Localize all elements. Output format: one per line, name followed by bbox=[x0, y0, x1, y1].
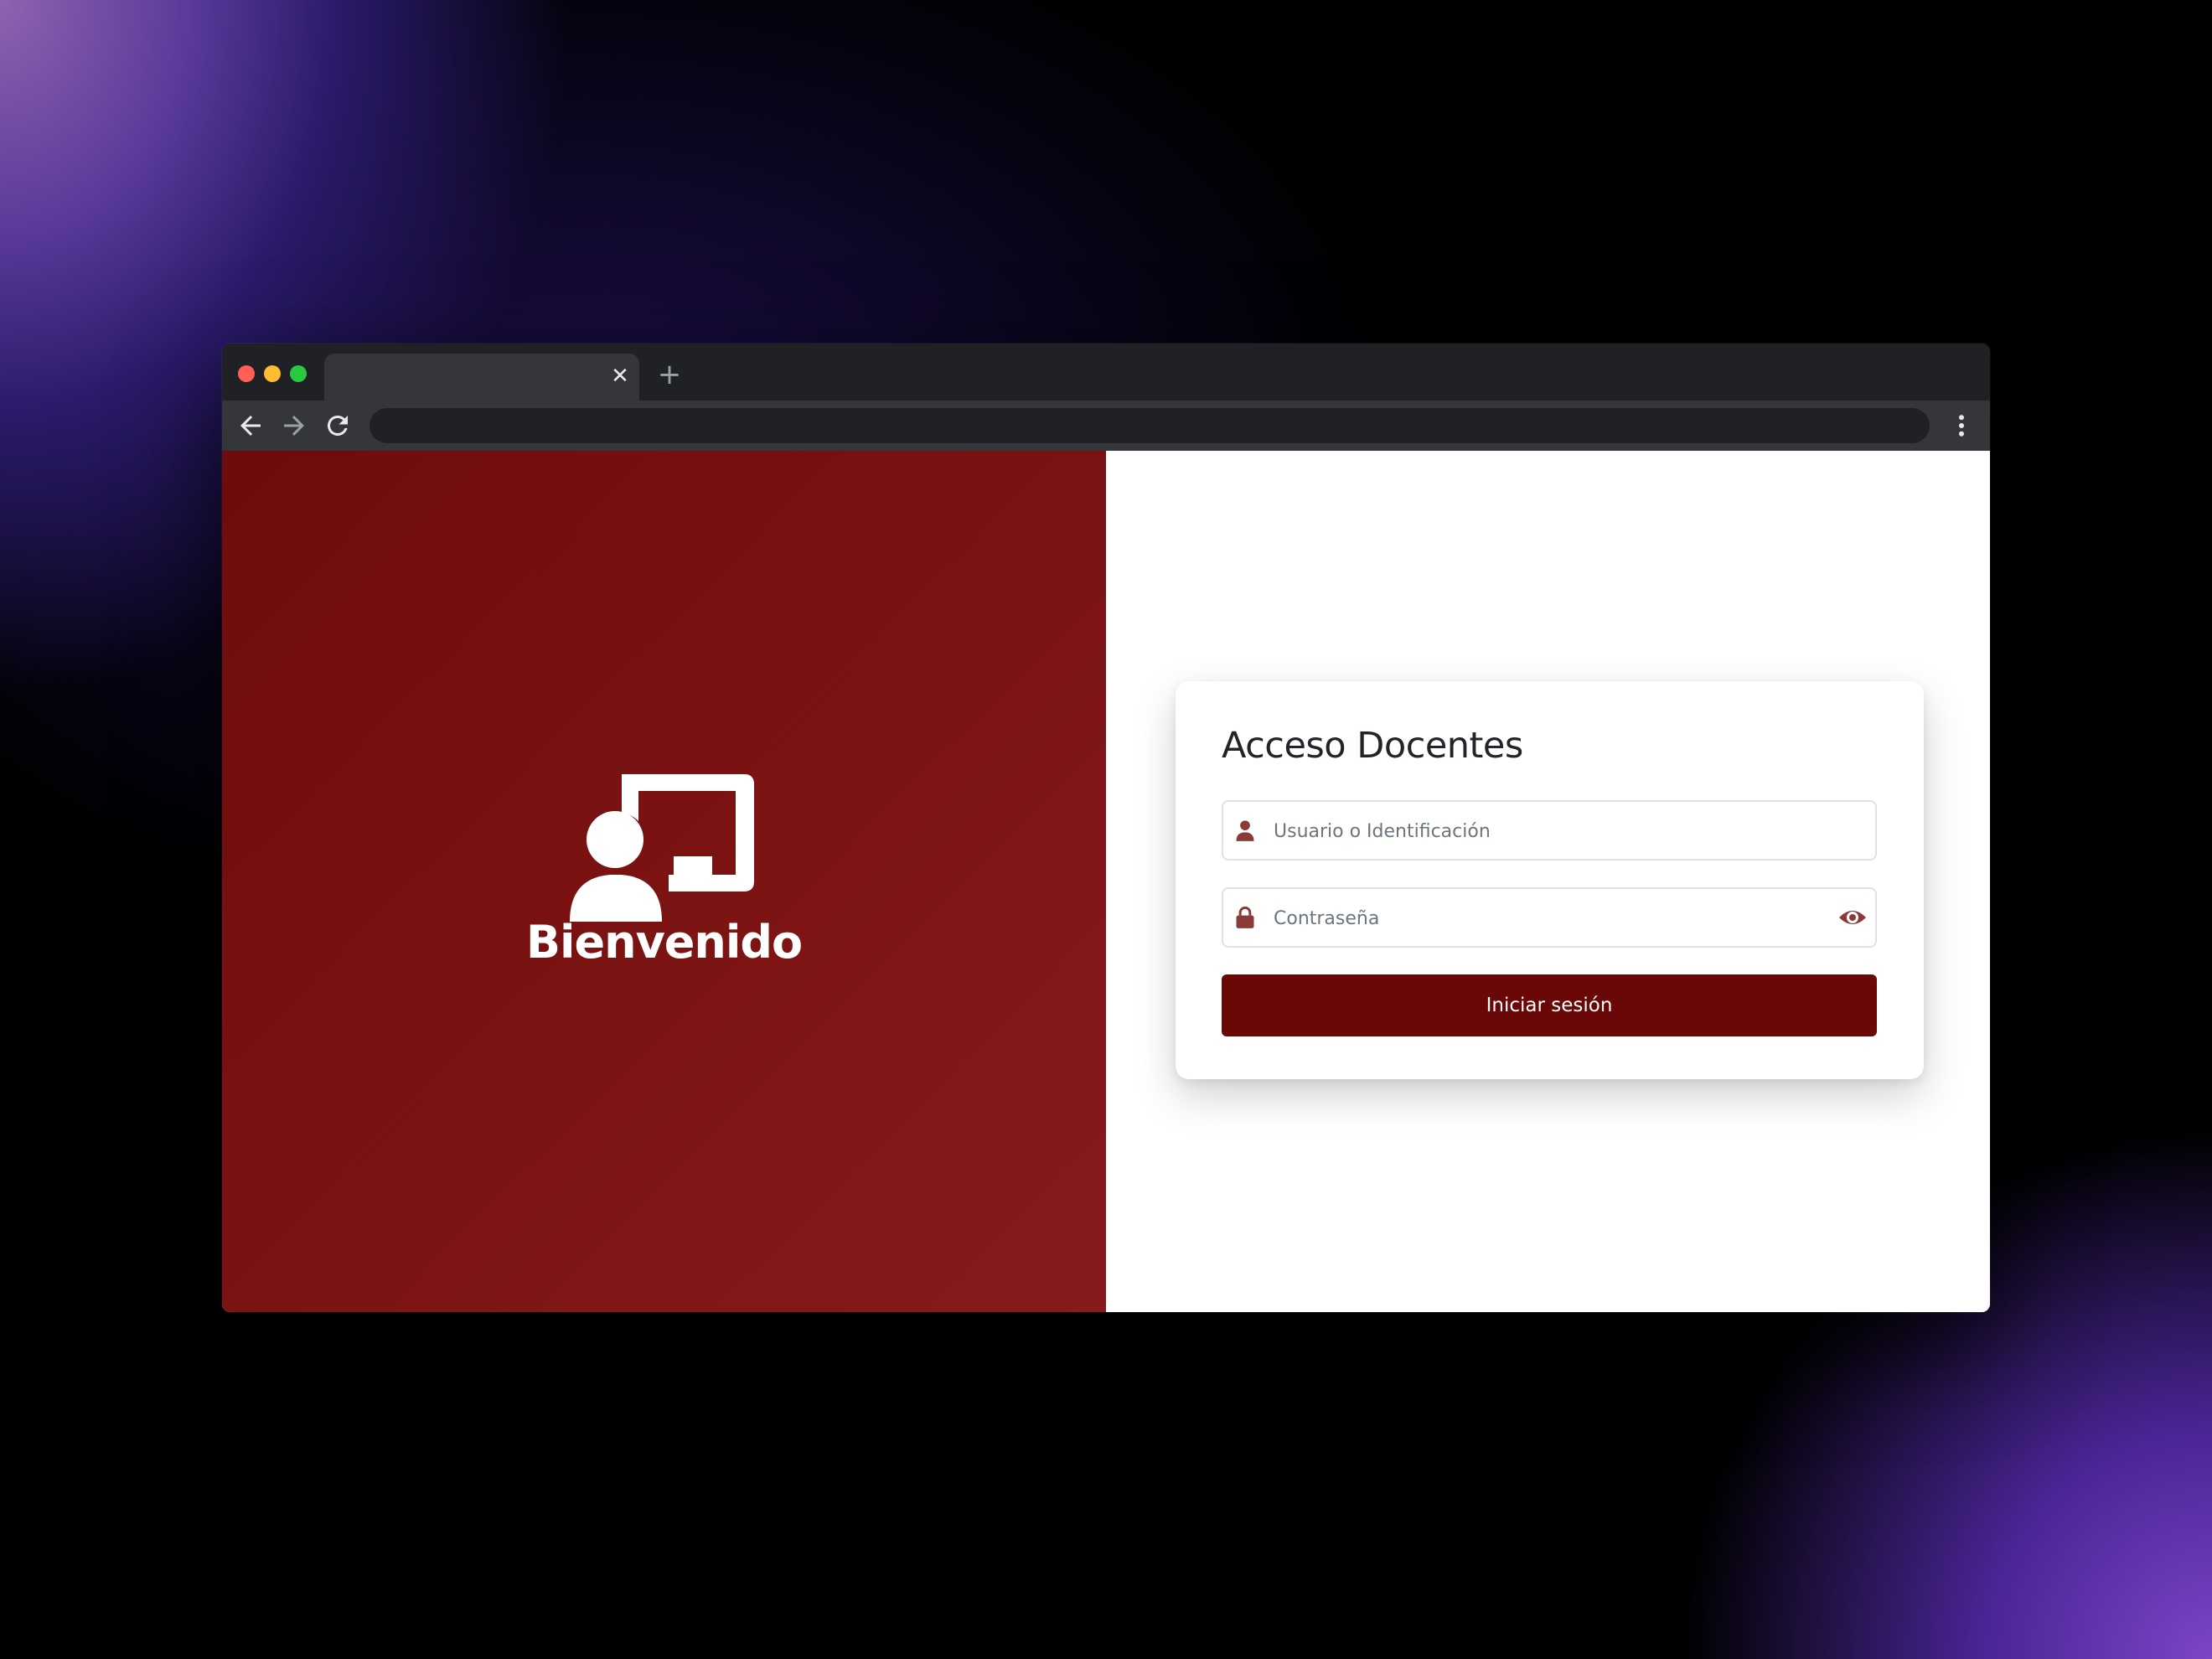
login-card: Acceso Docentes Usuario o Identificación… bbox=[1176, 681, 1924, 1079]
page-viewport: Bienvenido Acceso Docentes Usuario o Ide… bbox=[222, 451, 1990, 1312]
browser-tab-active[interactable]: ✕ bbox=[324, 354, 639, 401]
forward-arrow-icon[interactable] bbox=[279, 411, 309, 441]
lock-icon bbox=[1233, 906, 1257, 929]
eye-icon[interactable] bbox=[1838, 906, 1867, 929]
user-icon bbox=[1233, 819, 1257, 842]
maximize-window-button[interactable] bbox=[290, 365, 307, 382]
login-panel: Acceso Docentes Usuario o Identificación… bbox=[1106, 451, 1990, 1312]
login-title: Acceso Docentes bbox=[1222, 725, 1523, 767]
browser-toolbar bbox=[222, 401, 1990, 451]
login-button[interactable]: Iniciar sesión bbox=[1222, 974, 1877, 1036]
username-input[interactable] bbox=[1272, 802, 1795, 861]
welcome-panel: Bienvenido bbox=[222, 451, 1106, 1312]
new-tab-button[interactable]: + bbox=[656, 360, 683, 389]
tab-close-icon[interactable]: ✕ bbox=[609, 365, 631, 387]
browser-window: ✕ + Bienvenido Acceso Docentes Usuario o… bbox=[222, 344, 1990, 1312]
browser-titlebar: ✕ + bbox=[222, 344, 1990, 401]
back-arrow-icon[interactable] bbox=[235, 411, 266, 441]
username-field[interactable] bbox=[1222, 800, 1877, 861]
password-field[interactable] bbox=[1222, 887, 1877, 948]
welcome-title: Bienvenido bbox=[525, 916, 803, 969]
teacher-chalkboard-icon bbox=[570, 774, 754, 922]
close-window-button[interactable] bbox=[238, 365, 255, 382]
address-input[interactable] bbox=[386, 408, 1915, 445]
kebab-menu-icon[interactable] bbox=[1946, 411, 1977, 441]
welcome-hero: Bienvenido bbox=[222, 451, 1106, 1312]
minimize-window-button[interactable] bbox=[264, 365, 281, 382]
reload-icon[interactable] bbox=[323, 411, 353, 441]
address-bar[interactable] bbox=[370, 408, 1930, 445]
password-input[interactable] bbox=[1272, 889, 1795, 948]
